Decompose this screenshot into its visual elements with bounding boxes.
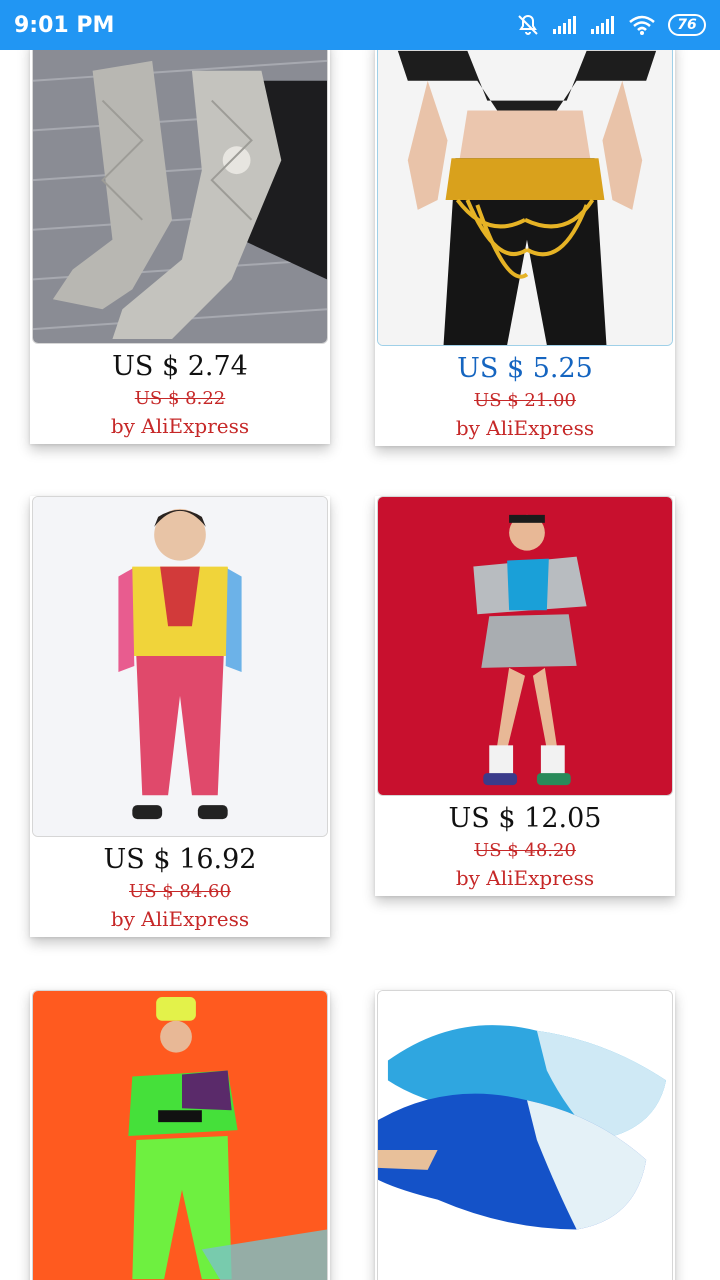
product-card[interactable]: US $ 2.74 US $ 8.22 by AliExpress xyxy=(30,50,330,444)
product-original-price: US $ 48.20 xyxy=(474,840,576,861)
signal-icon xyxy=(552,15,578,35)
product-seller: by AliExpress xyxy=(110,907,250,931)
product-card[interactable] xyxy=(30,990,330,1280)
product-original-price: US $ 84.60 xyxy=(129,881,231,902)
product-image[interactable] xyxy=(32,50,328,344)
product-price: US $ 5.25 xyxy=(457,353,593,384)
product-image[interactable] xyxy=(377,496,673,796)
product-feed[interactable]: US $ 2.74 US $ 8.22 by AliExpress US $ 5… xyxy=(0,50,720,1280)
status-icons: 76 xyxy=(516,13,706,37)
battery-icon: 76 xyxy=(668,14,706,36)
product-original-price: US $ 8.22 xyxy=(134,388,226,409)
product-seller: by AliExpress xyxy=(110,414,250,438)
product-image[interactable] xyxy=(377,50,673,346)
wifi-icon xyxy=(628,14,656,36)
product-original-price: US $ 21.00 xyxy=(474,390,576,411)
product-image[interactable] xyxy=(32,496,328,837)
product-image[interactable] xyxy=(377,990,673,1280)
mute-bell-icon xyxy=(516,13,540,37)
status-time: 9:01 PM xyxy=(14,12,115,38)
product-card[interactable] xyxy=(375,990,675,1280)
product-card[interactable]: US $ 5.25 US $ 21.00 by AliExpress xyxy=(375,50,675,446)
signal-icon xyxy=(590,15,616,35)
product-price: US $ 16.92 xyxy=(103,844,257,875)
product-price: US $ 12.05 xyxy=(448,803,602,834)
status-bar: 9:01 PM 76 xyxy=(0,0,720,50)
product-seller: by AliExpress xyxy=(455,416,595,440)
product-card[interactable]: US $ 12.05 US $ 48.20 by AliExpress xyxy=(375,496,675,896)
product-seller: by AliExpress xyxy=(455,866,595,890)
product-price: US $ 2.74 xyxy=(112,351,248,382)
product-card[interactable]: US $ 16.92 US $ 84.60 by AliExpress xyxy=(30,496,330,937)
product-image[interactable] xyxy=(32,990,328,1280)
